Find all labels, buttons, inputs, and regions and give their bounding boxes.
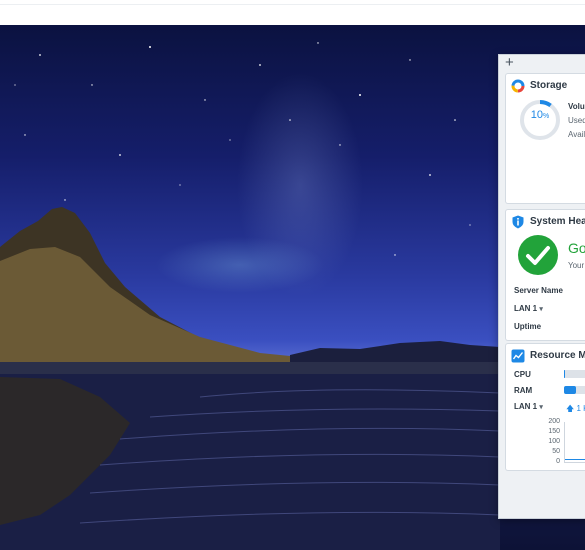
resource-lan-select[interactable]: LAN 1 ▾ [514, 402, 543, 411]
chevron-down-icon: ▾ [539, 404, 543, 411]
cpu-bar-fill [564, 370, 566, 378]
storage-title: Storage [530, 80, 568, 91]
server-name-label: Server Name [514, 286, 563, 295]
resource-monitor-title: Resource Mo [530, 350, 585, 361]
used-label: Used [568, 116, 585, 125]
uptime-label: Uptime [514, 322, 542, 331]
storage-widget[interactable]: Storage 10% Volu Used Avail [505, 73, 585, 204]
network-y-axis: 200 150 100 50 0 [536, 418, 560, 466]
health-status-subtext: Your [568, 261, 585, 270]
storage-usage-percent: 10% [520, 109, 560, 121]
top-taskbar [0, 0, 585, 26]
y-tick: 0 [556, 458, 560, 465]
taskbar-divider [0, 4, 585, 22]
y-tick: 50 [552, 448, 560, 455]
health-status-text: Go [568, 240, 585, 256]
lan-select[interactable]: LAN 1 ▾ [514, 304, 543, 313]
cpu-bar-track [564, 370, 585, 378]
widget-panel: + Storage 10% Volu Used Avail System Hea… [498, 54, 585, 519]
system-health-title: System Heal [530, 216, 585, 227]
network-graph-area [564, 422, 585, 463]
y-tick: 100 [548, 438, 560, 445]
resource-lan-label: LAN 1 [514, 402, 538, 411]
plus-icon[interactable]: + [505, 55, 519, 71]
resource-monitor-widget[interactable]: Resource Mo CPU RAM LAN 1 ▾ 🡅 1 K 200 15… [505, 343, 585, 471]
upload-arrow-icon: 🡅 [566, 404, 575, 413]
y-tick: 150 [548, 428, 560, 435]
volume-label: Volu [568, 102, 585, 111]
check-circle-icon [518, 235, 558, 275]
resource-chart-icon [511, 349, 525, 363]
upload-rate: 🡅 1 K [566, 403, 585, 417]
chevron-down-icon: ▾ [539, 306, 543, 313]
upload-rate-value: 1 K [576, 404, 585, 413]
lan-select-label: LAN 1 [514, 304, 538, 313]
usage-value: 10 [530, 109, 543, 121]
available-label: Avail [568, 130, 585, 139]
info-shield-icon [512, 215, 524, 229]
ram-bar-track [564, 386, 585, 394]
system-health-widget[interactable]: System Heal Go Your Server Name LAN 1 ▾ … [505, 209, 585, 341]
y-tick: 200 [548, 418, 560, 425]
ram-bar-fill [564, 386, 576, 394]
ram-label: RAM [514, 386, 533, 395]
cpu-label: CPU [514, 370, 531, 379]
network-graph-line [565, 459, 585, 460]
storage-donut-icon [511, 79, 525, 93]
usage-unit: % [543, 113, 550, 120]
